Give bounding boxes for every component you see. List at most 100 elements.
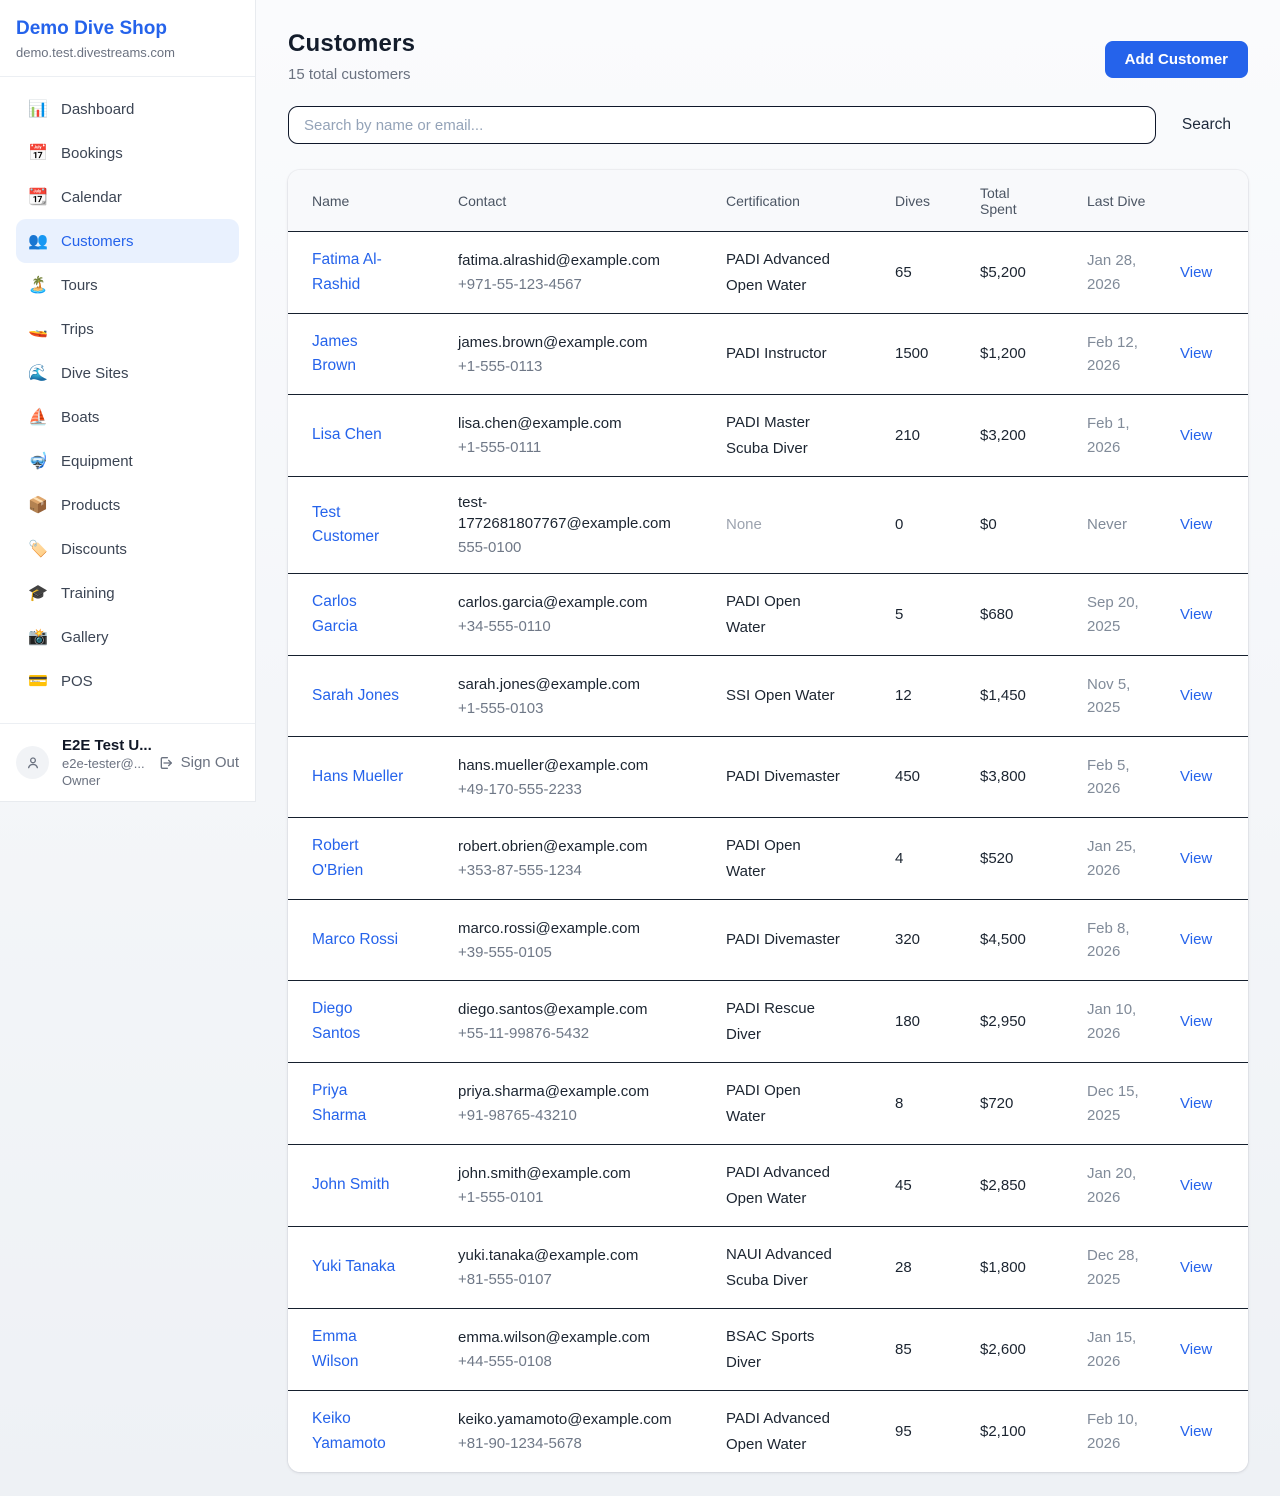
customer-name-link[interactable]: Robert O'Brien: [312, 834, 404, 882]
sign-out-button[interactable]: Sign Out: [158, 754, 239, 771]
calendar-icon: 📅: [28, 143, 48, 163]
customer-phone: +34-555-0110: [458, 616, 698, 637]
sidebar-item-trips[interactable]: 🚤 Trips: [16, 307, 239, 351]
customer-name-link[interactable]: Carlos Garcia: [312, 590, 404, 638]
customer-email: carlos.garcia@example.com: [458, 592, 698, 613]
column-header-total-spent: Total Spent: [980, 185, 1087, 217]
customer-name-link[interactable]: Hans Mueller: [312, 765, 403, 789]
sidebar-item-equipment[interactable]: 🤿 Equipment: [16, 439, 239, 483]
customer-dives: 180: [895, 1013, 920, 1030]
customer-name-link[interactable]: John Smith: [312, 1173, 390, 1197]
customer-email: james.brown@example.com: [458, 332, 698, 353]
customer-email: priya.sharma@example.com: [458, 1081, 698, 1102]
view-customer-link[interactable]: View: [1180, 1341, 1212, 1358]
sailboat-icon: ⛵: [28, 407, 48, 427]
view-customer-link[interactable]: View: [1180, 1423, 1212, 1440]
table-row: Diego Santos diego.santos@example.com +5…: [288, 981, 1248, 1063]
sidebar-item-dive-sites[interactable]: 🌊 Dive Sites: [16, 351, 239, 395]
search-row: Search: [288, 106, 1248, 144]
sidebar-item-label: Dive Sites: [61, 365, 129, 382]
customer-name-link[interactable]: Test Customer: [312, 501, 404, 549]
view-customer-link[interactable]: View: [1180, 931, 1212, 948]
table-row: James Brown james.brown@example.com +1-5…: [288, 314, 1248, 395]
sidebar-item-label: Bookings: [61, 145, 123, 162]
user-info: E2E Test U... e2e-tester@... Owner: [62, 737, 145, 788]
view-customer-link[interactable]: View: [1180, 516, 1212, 533]
customer-last-dive: Dec 28, 2025: [1087, 1247, 1139, 1287]
customer-phone: +91-98765-43210: [458, 1105, 698, 1126]
view-customer-link[interactable]: View: [1180, 345, 1212, 362]
customer-certification: PADI Instructor: [726, 341, 843, 367]
view-customer-link[interactable]: View: [1180, 1013, 1212, 1030]
customer-name-link[interactable]: Emma Wilson: [312, 1325, 404, 1373]
customer-email: yuki.tanaka@example.com: [458, 1245, 698, 1266]
table-row: Priya Sharma priya.sharma@example.com +9…: [288, 1063, 1248, 1145]
sidebar-item-bookings[interactable]: 📅 Bookings: [16, 131, 239, 175]
customer-last-dive: Jan 20, 2026: [1087, 1165, 1136, 1205]
customer-phone: +1-555-0101: [458, 1187, 698, 1208]
customer-certification: None: [726, 512, 843, 538]
customer-email: marco.rossi@example.com: [458, 918, 698, 939]
view-customer-link[interactable]: View: [1180, 606, 1212, 623]
customer-total-spent: $1,450: [980, 687, 1026, 704]
view-customer-link[interactable]: View: [1180, 1095, 1212, 1112]
customer-dives: 45: [895, 1177, 912, 1194]
customer-name-link[interactable]: Fatima Al-Rashid: [312, 248, 404, 296]
sidebar-nav: 📊 Dashboard 📅 Bookings 📆 Calendar 👥 Cust…: [0, 77, 255, 723]
page-title: Customers: [288, 30, 415, 58]
customer-name-link[interactable]: James Brown: [312, 330, 404, 378]
sidebar-item-dashboard[interactable]: 📊 Dashboard: [16, 87, 239, 131]
customer-phone: +1-555-0113: [458, 356, 698, 377]
sidebar-item-discounts[interactable]: 🏷️ Discounts: [16, 527, 239, 571]
customer-dives: 12: [895, 687, 912, 704]
customer-total-spent: $4,500: [980, 931, 1026, 948]
sidebar-item-customers[interactable]: 👥 Customers: [16, 219, 239, 263]
customer-name-link[interactable]: Sarah Jones: [312, 684, 399, 708]
view-customer-link[interactable]: View: [1180, 427, 1212, 444]
table-row: Lisa Chen lisa.chen@example.com +1-555-0…: [288, 395, 1248, 477]
sidebar-item-gallery[interactable]: 📸 Gallery: [16, 615, 239, 659]
customer-dives: 8: [895, 1095, 903, 1112]
sidebar-item-boats[interactable]: ⛵ Boats: [16, 395, 239, 439]
customer-last-dive: Feb 1, 2026: [1087, 415, 1130, 455]
camera-icon: 📸: [28, 627, 48, 647]
view-customer-link[interactable]: View: [1180, 1177, 1212, 1194]
view-customer-link[interactable]: View: [1180, 687, 1212, 704]
customer-name-link[interactable]: Marco Rossi: [312, 928, 398, 952]
view-customer-link[interactable]: View: [1180, 850, 1212, 867]
customer-email: test-1772681807767@example.com: [458, 492, 698, 534]
customer-name-link[interactable]: Yuki Tanaka: [312, 1255, 395, 1279]
sidebar-item-training[interactable]: 🎓 Training: [16, 571, 239, 615]
customer-name-link[interactable]: Lisa Chen: [312, 423, 382, 447]
customer-certification: PADI Advanced Open Water: [726, 247, 843, 298]
view-customer-link[interactable]: View: [1180, 768, 1212, 785]
customer-email: john.smith@example.com: [458, 1163, 698, 1184]
sidebar-item-tours[interactable]: 🏝️ Tours: [16, 263, 239, 307]
sidebar-item-calendar[interactable]: 📆 Calendar: [16, 175, 239, 219]
sidebar-item-label: Customers: [61, 233, 134, 250]
search-input[interactable]: [288, 106, 1156, 144]
sidebar-item-label: Gallery: [61, 629, 109, 646]
search-button[interactable]: Search: [1156, 116, 1248, 134]
customer-certification: PADI Open Water: [726, 833, 843, 884]
customer-last-dive: Never: [1087, 516, 1127, 533]
sidebar-item-pos[interactable]: 💳 POS: [16, 659, 239, 703]
user-role: Owner: [62, 773, 145, 788]
credit-card-icon: 💳: [28, 671, 48, 691]
customer-last-dive: Jan 28, 2026: [1087, 252, 1136, 292]
view-customer-link[interactable]: View: [1180, 1259, 1212, 1276]
customer-last-dive: Sep 20, 2025: [1087, 594, 1139, 634]
customer-name-link[interactable]: Priya Sharma: [312, 1079, 404, 1127]
user-email: e2e-tester@...: [62, 756, 145, 771]
add-customer-button[interactable]: Add Customer: [1105, 41, 1248, 78]
customer-email: lisa.chen@example.com: [458, 413, 698, 434]
customer-name-link[interactable]: Diego Santos: [312, 997, 404, 1045]
sidebar-item-products[interactable]: 📦 Products: [16, 483, 239, 527]
customer-name-link[interactable]: Keiko Yamamoto: [312, 1407, 404, 1455]
logout-icon: [158, 755, 174, 771]
view-customer-link[interactable]: View: [1180, 264, 1212, 281]
customer-last-dive: Jan 15, 2026: [1087, 1329, 1136, 1369]
customer-last-dive: Jan 10, 2026: [1087, 1001, 1136, 1041]
customer-dives: 1500: [895, 345, 928, 362]
customer-phone: +1-555-0103: [458, 698, 698, 719]
